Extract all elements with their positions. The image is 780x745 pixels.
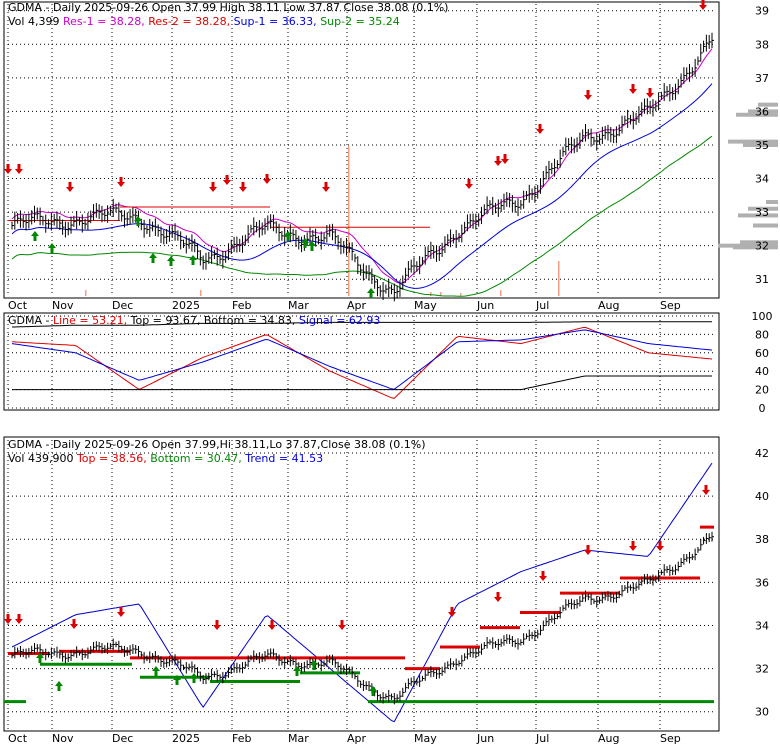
y-tick-label: 32 [755,663,769,676]
y-tick-label: 36 [755,105,769,118]
month-label: May [414,732,437,745]
month-label: Jul [535,732,549,745]
panel1-volume: Vol 4,399 [8,15,63,28]
volume-bar [500,290,502,296]
y-tick-label: 37 [755,72,769,85]
panel1-res1: Res-1 = 38.28, [63,15,148,28]
y-tick-label: 40 [755,490,769,503]
y-tick-label: 35 [755,139,769,152]
month-label: 2025 [172,732,200,745]
volume-bar [200,290,202,296]
y-tick-label: 60 [755,347,769,360]
month-label: Sep [660,732,681,745]
y-tick-label: 40 [755,365,769,378]
month-label: Mar [288,299,309,312]
month-label: Jul [535,299,549,312]
panel3-trend: Trend = 41.53 [244,452,323,465]
panel3-header-item: GDMA - Daily 2025-09-26 Open 37.99,Hi 38… [8,438,426,451]
month-label: Mar [288,732,309,745]
panel2-signal: Signal = 62.93 [299,314,381,327]
y-tick-label: 20 [755,384,769,397]
chart-canvas: GDMA - Daily 2025-09-26 Open 37.99 High … [0,0,780,745]
month-label: Nov [52,299,74,312]
month-label: Dec [112,732,133,745]
month-label: Oct [8,299,28,312]
month-label: Aug [598,299,619,312]
y-tick-label: 34 [755,173,769,186]
month-label: Feb [232,299,251,312]
month-label: Sep [660,299,681,312]
y-tick-label: 0 [759,402,766,415]
month-label: 2025 [172,299,200,312]
y-tick-label: 42 [755,447,769,460]
panel2-bottom: Bottom = 34.83, [204,314,299,327]
panel2-top: Top = 93.67, [130,314,204,327]
month-label: Aug [598,732,619,745]
y-tick-label: 36 [755,576,769,589]
panel2-symbol: GDMA - [8,314,53,327]
y-tick-label: 39 [755,5,769,18]
month-label: Jun [476,732,494,745]
y-tick-label: 80 [755,328,769,341]
volume-bar [348,146,350,296]
y-tick-label: 34 [755,619,769,632]
volume-bar [430,292,432,296]
month-label: Apr [347,732,367,745]
volume-bar [558,261,560,296]
month-label: Apr [347,299,367,312]
month-label: Dec [112,299,133,312]
y-tick-label: 31 [755,273,769,286]
panel3-volume: Vol 439,900 [8,452,77,465]
panel2-line: Line = 53.21, [53,314,131,327]
month-label: May [414,299,437,312]
y-tick-label: 38 [755,38,769,51]
volume-bar [85,290,87,296]
month-label: Nov [52,732,74,745]
month-label: Jun [476,299,494,312]
panel1-subheader: Vol 4,399 Res-1 = 38.28, Res-2 = 38.28, … [8,15,400,28]
panel3-top: Top = 38.56, [76,452,150,465]
y-tick-label: 100 [752,310,773,323]
y-tick-label: 30 [755,706,769,719]
panel1-header-item: GDMA - Daily 2025-09-26 Open 37.99 High … [8,1,448,14]
y-tick-label: 32 [755,240,769,253]
month-label: Oct [8,732,28,745]
volume-bar [460,293,462,296]
volume-profile-bar [753,223,778,228]
volume-profile-bar [766,200,778,205]
panel1-sup2: Sup-2 = 35.24 [320,15,400,28]
y-tick-label: 38 [755,533,769,546]
panel1-header: GDMA - Daily 2025-09-26 Open 37.99 High … [8,1,448,14]
month-label: Feb [232,732,251,745]
y-tick-label: 33 [755,206,769,219]
panel2-header: GDMA - Line = 53.21, Top = 93.67, Bottom… [8,314,380,327]
panel1-sup1: Sup-1 = 36.33, [234,15,321,28]
panel3-bottom: Bottom = 30.47, [150,452,245,465]
panel1-res2: Res-2 = 38.28, [148,15,233,28]
panel3-header: GDMA - Daily 2025-09-26 Open 37.99,Hi 38… [8,438,426,451]
panel3-subheader: Vol 439,900 Top = 38.56, Bottom = 30.47,… [8,452,323,465]
